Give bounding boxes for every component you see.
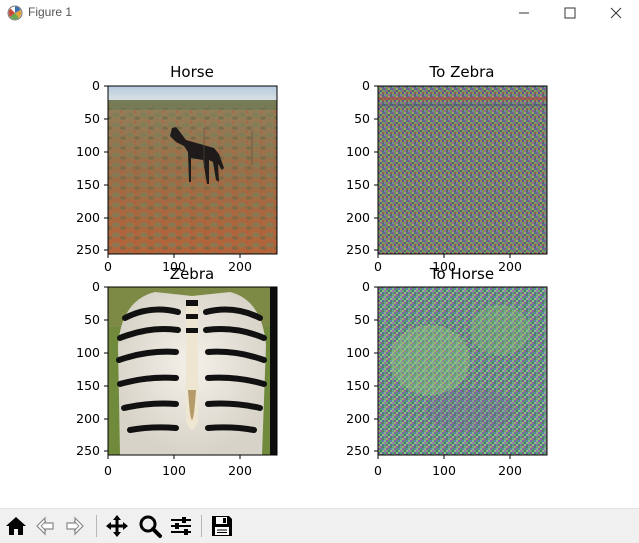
- save-icon: [212, 516, 232, 536]
- axes-to-zebra: To Zebra: [377, 63, 548, 255]
- horse-image: [108, 86, 277, 254]
- to-horse-image: [378, 287, 547, 455]
- ytick-label: 250: [346, 443, 370, 458]
- move-icon: [106, 515, 128, 537]
- ytick-label: 250: [76, 242, 100, 257]
- xtick-label: 200: [228, 463, 252, 478]
- zebra-image: [108, 287, 277, 455]
- xtick-label: 100: [162, 259, 186, 274]
- axes-zebra: Zebra: [107, 265, 278, 456]
- axes-horse: Horse: [107, 63, 278, 255]
- ytick-label: 50: [354, 312, 370, 327]
- xtick-label: 100: [432, 259, 456, 274]
- ytick-label: 50: [354, 111, 370, 126]
- xtick-label: 200: [498, 259, 522, 274]
- close-icon: [610, 7, 622, 19]
- figure-canvas[interactable]: Horse To Zebra Zebra To Horse 0 50 100 1…: [0, 26, 639, 508]
- close-button[interactable]: [593, 0, 639, 26]
- ytick-label: 100: [346, 345, 370, 360]
- ytick-label: 200: [76, 210, 100, 225]
- ytick-label: 0: [362, 279, 370, 294]
- ytick-label: 0: [92, 78, 100, 93]
- ytick-label: 100: [76, 345, 100, 360]
- zoom-icon: [139, 515, 162, 538]
- ytick-label: 150: [76, 378, 100, 393]
- toolbar-separator: [201, 515, 202, 537]
- xtick-label: 100: [432, 463, 456, 478]
- axes-title-to-zebra: To Zebra: [429, 63, 495, 81]
- window-titlebar: Figure 1: [0, 0, 639, 26]
- zoom-button[interactable]: [137, 513, 163, 539]
- window-title: Figure 1: [28, 5, 73, 19]
- navigation-toolbar: [0, 508, 639, 543]
- maximize-button[interactable]: [547, 0, 593, 26]
- toolbar-separator: [96, 515, 97, 537]
- home-button[interactable]: [3, 513, 29, 539]
- xtick-label: 0: [104, 259, 112, 274]
- xtick-label: 0: [374, 463, 382, 478]
- xtick-label: 200: [498, 463, 522, 478]
- to-zebra-image: [378, 86, 547, 254]
- save-button[interactable]: [209, 513, 235, 539]
- pan-button[interactable]: [104, 513, 130, 539]
- xtick-label: 100: [162, 463, 186, 478]
- minimize-icon: [519, 12, 529, 14]
- back-button[interactable]: [32, 513, 58, 539]
- xtick-label: 200: [228, 259, 252, 274]
- ytick-label: 50: [84, 111, 100, 126]
- ytick-label: 150: [76, 177, 100, 192]
- ytick-label: 200: [76, 411, 100, 426]
- ytick-label: 200: [346, 411, 370, 426]
- ytick-label: 200: [346, 210, 370, 225]
- ytick-label: 100: [76, 144, 100, 159]
- ytick-label: 250: [346, 242, 370, 257]
- maximize-icon: [564, 7, 576, 19]
- configure-subplots-button[interactable]: [168, 513, 194, 539]
- axes-title-horse: Horse: [170, 63, 214, 81]
- sliders-icon: [171, 517, 191, 535]
- minimize-button[interactable]: [501, 0, 547, 26]
- ytick-label: 0: [362, 78, 370, 93]
- ytick-label: 50: [84, 312, 100, 327]
- ytick-label: 150: [346, 378, 370, 393]
- xtick-label: 0: [104, 463, 112, 478]
- back-arrow-icon: [36, 516, 54, 536]
- matplotlib-app-icon: [7, 5, 23, 21]
- xtick-label: 0: [374, 259, 382, 274]
- ytick-label: 0: [92, 279, 100, 294]
- forward-arrow-icon: [66, 516, 84, 536]
- home-icon: [6, 517, 26, 535]
- ytick-label: 100: [346, 144, 370, 159]
- axes-to-horse: To Horse: [377, 265, 548, 456]
- forward-button[interactable]: [62, 513, 88, 539]
- ytick-label: 250: [76, 443, 100, 458]
- ytick-label: 150: [346, 177, 370, 192]
